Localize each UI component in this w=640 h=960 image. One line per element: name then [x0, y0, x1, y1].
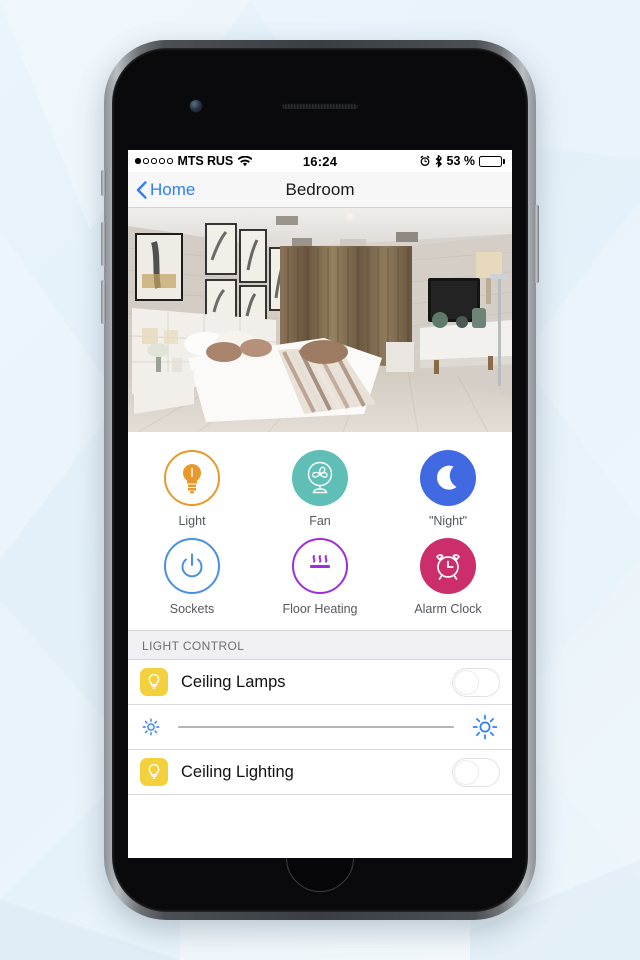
brightness-low-icon [142, 718, 160, 736]
scene-light[interactable]: Light [128, 446, 256, 534]
night-icon-circle [420, 450, 476, 506]
signal-strength-icon [135, 158, 173, 164]
scene-sockets-label: Sockets [169, 602, 215, 616]
fan-icon [307, 461, 333, 494]
volume-down-button[interactable] [101, 280, 106, 324]
lightbulb-icon-badge [140, 668, 168, 696]
front-camera-icon [190, 100, 202, 112]
volume-up-button[interactable] [101, 222, 106, 266]
lightbulb-icon-badge [140, 758, 168, 786]
sockets-icon-circle [164, 538, 220, 594]
moon-icon [437, 465, 457, 490]
phone-screen: MTS RUS 16:24 53 % Home Bedroom Light Fa… [128, 150, 512, 858]
wifi-icon [238, 155, 253, 166]
scene-floor-heating-label: Floor Heating [282, 602, 358, 616]
phone-device: MTS RUS 16:24 53 % Home Bedroom Light Fa… [101, 40, 539, 920]
fan-icon-circle [292, 450, 348, 506]
light-icon-circle [164, 450, 220, 506]
floor-heating-icon-circle [292, 538, 348, 594]
list-item-ceiling-lighting[interactable]: Ceiling Lighting [128, 750, 512, 795]
power-icon [181, 553, 203, 578]
lightbulb-icon [182, 463, 202, 494]
scene-alarm-clock[interactable]: Alarm Clock [384, 534, 512, 622]
battery-icon [479, 155, 505, 167]
scene-night-label: "Night" [428, 514, 468, 528]
scene-floor-heating[interactable]: Floor Heating [256, 534, 384, 622]
heat-waves-icon [310, 555, 330, 568]
earpiece-speaker [282, 103, 358, 109]
scene-alarm-clock-label: Alarm Clock [414, 602, 482, 616]
scene-night[interactable]: "Night" [384, 446, 512, 534]
back-button[interactable]: Home [128, 180, 195, 200]
navigation-bar: Home Bedroom [128, 172, 512, 208]
light-control-section-header: LIGHT CONTROL [128, 630, 512, 660]
carrier-label: MTS RUS [177, 154, 234, 168]
scene-fan-label: Fan [309, 514, 331, 528]
chevron-left-icon [136, 180, 147, 199]
alarm-icon [419, 155, 430, 166]
lightbulb-icon [148, 763, 160, 779]
scene-light-label: Light [178, 514, 206, 528]
status-bar: MTS RUS 16:24 53 % [128, 150, 512, 172]
brightness-slider[interactable] [178, 726, 454, 728]
bedroom-photo [128, 208, 512, 432]
list-item-label: Ceiling Lighting [181, 762, 294, 781]
clock-label: 16:24 [302, 153, 338, 169]
power-button[interactable] [534, 205, 539, 283]
scene-sockets[interactable]: Sockets [128, 534, 256, 622]
alarm-clock-icon-circle [420, 538, 476, 594]
toggle-ceiling-lighting[interactable] [452, 757, 500, 787]
list-item-ceiling-lamps[interactable]: Ceiling Lamps [128, 660, 512, 705]
brightness-high-icon [472, 714, 498, 740]
battery-percent-label: 53 % [446, 154, 476, 168]
toggle-ceiling-lamps[interactable] [452, 667, 500, 697]
scene-fan[interactable]: Fan [256, 446, 384, 534]
scene-row-2: Sockets Floor Heating Alarm Clock [128, 534, 512, 622]
alarm-clock-icon [436, 554, 460, 580]
brightness-slider-row [128, 705, 512, 750]
silent-switch[interactable] [101, 170, 106, 196]
scene-grid: Light Fan "Night" Sockets Floor Heating … [128, 432, 512, 630]
bluetooth-icon [435, 154, 442, 168]
back-button-label: Home [150, 179, 196, 199]
list-item-label: Ceiling Lamps [181, 672, 286, 691]
lightbulb-icon [148, 673, 160, 689]
scene-row-1: Light Fan "Night" [128, 446, 512, 534]
